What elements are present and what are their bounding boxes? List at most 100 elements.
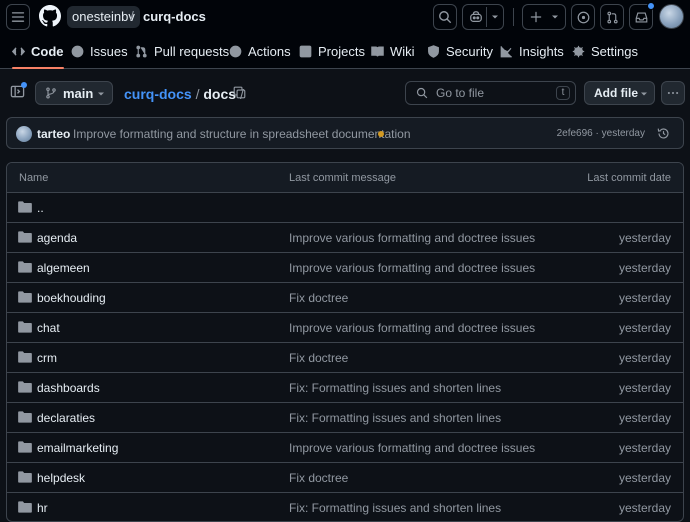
create-new-button[interactable] xyxy=(522,4,566,30)
commit-date: yesterday xyxy=(618,411,671,425)
global-header: onesteinbv / curq-docs xyxy=(0,0,690,34)
folder-icon xyxy=(18,261,32,273)
tab-pull-requests[interactable]: Pull requests xyxy=(135,34,229,68)
plus-icon xyxy=(530,11,542,23)
go-to-file-input[interactable]: Go to file t xyxy=(405,81,576,105)
file-name-link[interactable]: boekhouding xyxy=(37,291,106,305)
parent-directory-link[interactable]: .. xyxy=(37,201,44,215)
commit-author[interactable]: tarteo xyxy=(37,127,70,141)
file-name-link[interactable]: chat xyxy=(37,321,60,335)
file-name-link[interactable]: hr xyxy=(37,501,48,515)
file-table: Name Last commit message Last commit dat… xyxy=(6,162,684,522)
tab-issues[interactable]: Issues xyxy=(71,34,128,68)
commit-date: yesterday xyxy=(618,321,671,335)
folder-icon xyxy=(18,471,32,483)
tab-insights[interactable]: Insights xyxy=(500,34,564,68)
commit-message-link[interactable]: Improve various formatting and doctree i… xyxy=(289,231,535,245)
tab-security[interactable]: Security xyxy=(427,34,493,68)
breadcrumb-path: curq-docs / docs / xyxy=(124,86,244,102)
play-icon xyxy=(229,45,242,57)
search-button[interactable] xyxy=(433,4,457,30)
issue-opened-icon xyxy=(577,11,589,23)
folder-icon xyxy=(18,351,32,363)
file-name-link[interactable]: helpdesk xyxy=(37,471,85,485)
commit-message-link[interactable]: Fix doctree xyxy=(289,471,348,485)
folder-icon xyxy=(18,411,32,423)
tab-code[interactable]: Code xyxy=(12,34,64,69)
folder-icon xyxy=(18,231,32,243)
table-row[interactable]: agenda Improve various formatting and doc… xyxy=(7,223,683,253)
issues-button[interactable] xyxy=(571,4,595,30)
tab-label: Settings xyxy=(591,43,638,59)
branch-name: main xyxy=(63,85,94,101)
tab-label: Issues xyxy=(90,43,128,59)
table-row[interactable]: emailmarketing Improve various formatting… xyxy=(7,433,683,463)
commit-message-link[interactable]: Fix doctree xyxy=(289,291,348,305)
table-row[interactable]: dashboards Fix: Formatting issues and sho… xyxy=(7,373,683,403)
commit-message-link[interactable]: Fix: Formatting issues and shorten lines xyxy=(289,411,501,425)
copilot-button[interactable] xyxy=(462,4,504,30)
tab-label: Pull requests xyxy=(154,43,230,59)
copy-path-button[interactable] xyxy=(233,86,246,99)
add-file-button[interactable]: Add file xyxy=(584,81,655,105)
file-name-link[interactable]: agenda xyxy=(37,231,77,245)
table-row[interactable]: chat Improve various formatting and doctr… xyxy=(7,313,683,343)
commit-date: yesterday xyxy=(618,231,671,245)
tab-projects[interactable]: Projects xyxy=(299,34,365,68)
folder-icon xyxy=(18,321,32,333)
file-name-link[interactable]: crm xyxy=(37,351,57,365)
table-row[interactable]: helpdesk Fix doctree yesterday xyxy=(7,463,683,493)
github-logo-icon[interactable] xyxy=(39,5,61,27)
commit-message-link[interactable]: Fix doctree xyxy=(289,351,348,365)
history-button[interactable] xyxy=(657,127,670,140)
breadcrumb-separator: / xyxy=(130,8,134,24)
commit-date: yesterday xyxy=(618,501,671,515)
breadcrumb-owner[interactable]: onesteinbv xyxy=(67,6,140,28)
path-repo-link[interactable]: curq-docs xyxy=(124,86,192,102)
breadcrumb-repo[interactable]: curq-docs xyxy=(143,9,206,24)
table-row[interactable]: boekhouding Fix doctree yesterday xyxy=(7,283,683,313)
git-branch-icon xyxy=(46,87,56,99)
sidebar-toggle-button[interactable] xyxy=(10,82,27,99)
branch-selector-button[interactable]: main xyxy=(35,81,113,105)
git-pull-request-icon xyxy=(606,11,618,23)
tab-label: Code xyxy=(31,43,64,59)
commit-sha[interactable]: 2efe696 xyxy=(557,128,593,139)
parent-directory-row[interactable]: .. xyxy=(7,193,683,223)
table-row[interactable]: declaraties Fix: Formatting issues and sh… xyxy=(7,403,683,433)
author-avatar[interactable] xyxy=(16,126,32,142)
pull-requests-button[interactable] xyxy=(600,4,624,30)
graph-icon xyxy=(500,45,512,57)
file-name-link[interactable]: declaraties xyxy=(37,411,95,425)
avatar[interactable] xyxy=(659,4,684,29)
tab-actions[interactable]: Actions xyxy=(229,34,291,68)
file-name-link[interactable]: dashboards xyxy=(37,381,100,395)
tab-label: Actions xyxy=(248,43,291,59)
search-icon xyxy=(416,87,428,99)
commit-date: yesterday xyxy=(618,291,671,305)
commit-message-link[interactable]: Improve various formatting and doctree i… xyxy=(289,441,535,455)
commit-meta: 2efe696 · yesterday xyxy=(557,128,645,139)
file-name-link[interactable]: emailmarketing xyxy=(37,441,118,455)
table-row[interactable]: hr Fix: Formatting issues and shorten lin… xyxy=(7,493,683,521)
commit-time: yesterday xyxy=(601,128,645,139)
commit-message-link[interactable]: Improve various formatting and doctree i… xyxy=(289,321,535,335)
commit-message-link[interactable]: Fix: Formatting issues and shorten lines xyxy=(289,501,501,515)
commit-message-link[interactable]: Improve various formatting and doctree i… xyxy=(289,261,535,275)
tab-settings[interactable]: Settings xyxy=(572,34,638,68)
file-name-link[interactable]: algemeen xyxy=(37,261,90,275)
commit-status-dot[interactable] xyxy=(378,131,384,137)
inbox-button[interactable] xyxy=(629,2,655,30)
more-options-button[interactable] xyxy=(661,81,685,105)
chevron-down-icon xyxy=(98,92,104,96)
table-row[interactable]: crm Fix doctree yesterday xyxy=(7,343,683,373)
tab-wiki[interactable]: Wiki xyxy=(371,34,415,68)
folder-icon xyxy=(18,291,32,303)
copy-icon xyxy=(233,86,246,99)
commit-date: yesterday xyxy=(618,471,671,485)
commit-message-link[interactable]: Fix: Formatting issues and shorten lines xyxy=(289,381,501,395)
file-navigation-bar: main curq-docs / docs / Go to file t Add… xyxy=(0,78,690,108)
commit-message[interactable]: Improve formatting and structure in spre… xyxy=(73,127,411,141)
menu-button[interactable] xyxy=(6,4,30,30)
table-row[interactable]: algemeen Improve various formatting and d… xyxy=(7,253,683,283)
